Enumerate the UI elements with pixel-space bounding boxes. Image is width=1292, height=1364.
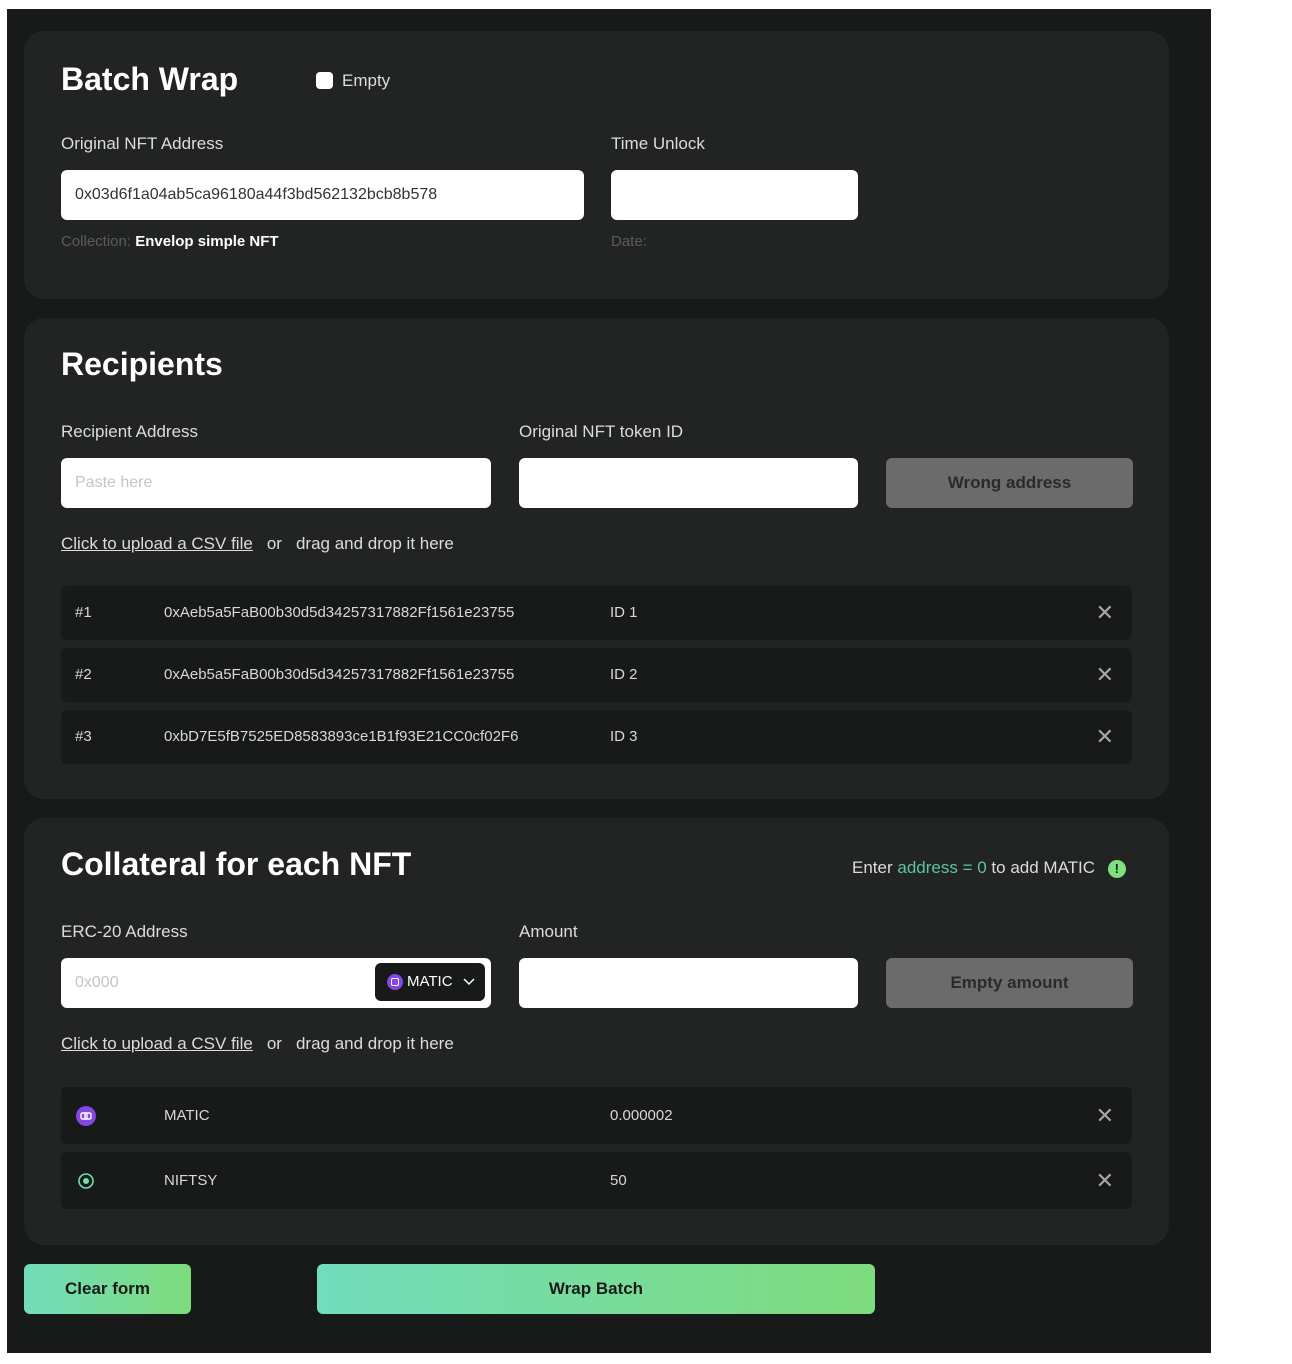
batch-wrap-card: Batch Wrap Empty Original NFT Address 0x… (24, 31, 1169, 299)
time-unlock-input[interactable] (611, 170, 858, 220)
recipients-upload: Click to upload a CSV file or drag and dro… (61, 534, 454, 554)
row-number: #2 (75, 666, 92, 683)
nft-address-label: Original NFT Address (61, 134, 224, 153)
collateral-upload: Click to upload a CSV file or drag and dro… (61, 1034, 454, 1054)
upload-drag-text: drag and drop it here (295, 1034, 454, 1053)
collateral-row: NIFTSY 50 ✕ (61, 1152, 1132, 1209)
empty-checkbox-label: Empty (342, 71, 391, 90)
matic-hint: Enter address = 0 to add MATIC ! (852, 858, 1126, 878)
row-token-id: ID 1 (610, 604, 638, 621)
niftsy-icon (76, 1152, 96, 1209)
upload-or: or (266, 1034, 282, 1053)
info-icon[interactable]: ! (1107, 859, 1126, 878)
collateral-amount: 0.000002 (610, 1107, 673, 1124)
collection-name: Envelop simple NFT (135, 233, 279, 250)
time-unlock-label: Time Unlock (611, 134, 705, 153)
matic-icon (76, 1087, 96, 1144)
row-token-id: ID 2 (610, 666, 638, 683)
nft-address-input[interactable]: 0x03d6f1a04ab5ca96180a44f3bd562132bcb8b5… (61, 170, 584, 220)
hint-accent: address = 0 (897, 858, 987, 877)
erc20-address-field[interactable]: 0x000 MATIC (61, 958, 491, 1008)
matic-icon (387, 974, 403, 991)
recipient-row: #2 0xAeb5a5FaB00b30d5d34257317882Ff1561e… (61, 648, 1132, 702)
token-select-value: MATIC (407, 973, 453, 990)
remove-icon[interactable]: ✕ (1096, 1152, 1114, 1209)
empty-checkbox[interactable] (316, 72, 333, 89)
collateral-amount: 50 (610, 1172, 627, 1189)
token-id-label: Original NFT token ID (519, 422, 684, 441)
collateral-title: Collateral for each NFT (61, 846, 412, 882)
collateral-card: Collateral for each NFT Enter address = … (24, 818, 1169, 1245)
row-address: 0xAeb5a5FaB00b30d5d34257317882Ff1561e237… (164, 666, 515, 683)
empty-amount-button[interactable]: Empty amount (886, 958, 1133, 1008)
chevron-down-icon (463, 978, 475, 986)
recipients-title: Recipients (61, 346, 223, 382)
csv-upload-link[interactable]: Click to upload a CSV file (61, 534, 253, 553)
erc20-address-label: ERC-20 Address (61, 922, 188, 941)
hint-pre: Enter (852, 858, 893, 877)
amount-input[interactable] (519, 958, 858, 1008)
collateral-token: MATIC (164, 1107, 210, 1124)
recipient-address-input[interactable]: Paste here (61, 458, 491, 508)
wrap-batch-button[interactable]: Wrap Batch (317, 1264, 875, 1314)
row-address: 0xbD7E5fB7525ED8583893ce1B1f93E21CC0cf02… (164, 728, 519, 745)
row-number: #3 (75, 728, 92, 745)
upload-drag-text: drag and drop it here (295, 534, 454, 553)
collection-note: Collection: Envelop simple NFT (61, 233, 279, 250)
date-note: Date: (611, 233, 647, 250)
app-panel: Batch Wrap Empty Original NFT Address 0x… (7, 9, 1211, 1353)
remove-icon[interactable]: ✕ (1096, 648, 1114, 702)
remove-icon[interactable]: ✕ (1096, 586, 1114, 640)
remove-icon[interactable]: ✕ (1096, 710, 1114, 764)
row-number: #1 (75, 604, 92, 621)
row-address: 0xAeb5a5FaB00b30d5d34257317882Ff1561e237… (164, 604, 515, 621)
remove-icon[interactable]: ✕ (1096, 1087, 1114, 1144)
erc20-address-input[interactable]: 0x000 (75, 974, 119, 991)
recipient-row: #1 0xAeb5a5FaB00b30d5d34257317882Ff1561e… (61, 586, 1132, 640)
token-id-input[interactable] (519, 458, 858, 508)
amount-label: Amount (519, 922, 578, 941)
csv-upload-link[interactable]: Click to upload a CSV file (61, 1034, 253, 1053)
row-token-id: ID 3 (610, 728, 638, 745)
recipients-card: Recipients Recipient Address Paste here … (24, 318, 1169, 799)
upload-or: or (266, 534, 282, 553)
collateral-row: MATIC 0.000002 ✕ (61, 1087, 1132, 1144)
recipient-row: #3 0xbD7E5fB7525ED8583893ce1B1f93E21CC0c… (61, 710, 1132, 764)
wrong-address-button[interactable]: Wrong address (886, 458, 1133, 508)
collateral-token: NIFTSY (164, 1172, 218, 1189)
clear-form-button[interactable]: Clear form (24, 1264, 191, 1314)
collection-prefix: Collection: (61, 233, 132, 250)
hint-post: to add MATIC (991, 858, 1096, 877)
recipient-address-label: Recipient Address (61, 422, 199, 441)
page-title: Batch Wrap (61, 61, 239, 97)
token-select-dropdown[interactable]: MATIC (375, 963, 485, 1001)
